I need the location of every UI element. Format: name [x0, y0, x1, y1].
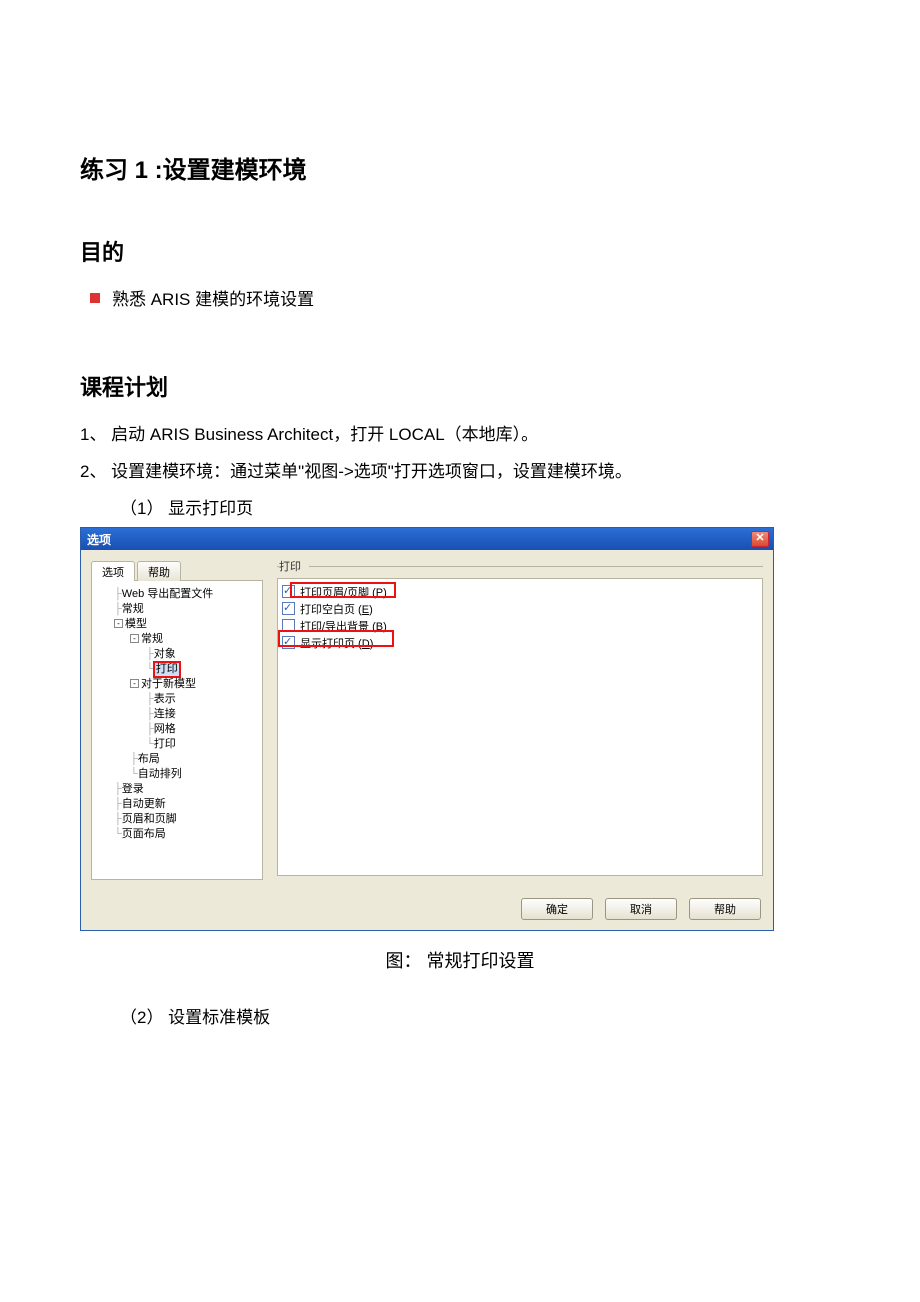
section-goal-heading: 目的 [80, 235, 840, 267]
dialog-titlebar[interactable]: 选项 ✕ [81, 528, 773, 550]
page-title: 练习 1 :设置建模环境 [80, 150, 840, 185]
figure-caption: 图： 常规打印设置 [80, 947, 840, 973]
dialog-title: 选项 [87, 531, 111, 548]
tab-help[interactable]: 帮助 [137, 561, 181, 581]
expand-icon[interactable]: - [114, 619, 123, 628]
step-1: 1、 启动 ARIS Business Architect，打开 LOCAL（本… [80, 420, 840, 445]
goal-text: 熟悉 ARIS 建模的环境设置 [112, 285, 314, 310]
tab-options[interactable]: 选项 [91, 561, 135, 581]
cancel-button[interactable]: 取消 [605, 898, 677, 920]
section-plan-heading: 课程计划 [80, 370, 840, 402]
expand-icon[interactable]: - [130, 634, 139, 643]
goal-bullet: 熟悉 ARIS 建模的环境设置 [90, 285, 840, 310]
check-print-blank-page[interactable]: 打印空白页 (E) [282, 600, 756, 617]
substep-2: （2） 设置标准模板 [120, 1003, 840, 1028]
step-2: 2、 设置建模环境：通过菜单"视图->选项"打开选项窗口，设置建模环境。 [80, 457, 840, 482]
checkbox-icon[interactable] [282, 602, 295, 615]
tree-selected-node[interactable]: 打印 [154, 662, 180, 677]
bullet-icon [90, 293, 100, 303]
checkbox-icon[interactable] [282, 585, 295, 598]
expand-icon[interactable]: - [130, 679, 139, 688]
check-print-header-footer[interactable]: 打印页眉/页脚 (P) [282, 583, 756, 600]
close-icon[interactable]: ✕ [751, 531, 769, 547]
ok-button[interactable]: 确定 [521, 898, 593, 920]
help-button[interactable]: 帮助 [689, 898, 761, 920]
check-print-background[interactable]: 打印/导出背景 (B) [282, 617, 756, 634]
options-tree[interactable]: ├Web 导出配置文件 ├常规 -模型 -常规 ├对象 └打印 -对于新模型 ├… [96, 587, 258, 842]
substep-1: （1） 显示打印页 [120, 494, 840, 519]
group-label-print: 打印 [279, 558, 763, 574]
options-tree-panel: ├Web 导出配置文件 ├常规 -模型 -常规 ├对象 └打印 -对于新模型 ├… [91, 580, 263, 880]
checkbox-icon[interactable] [282, 619, 295, 632]
options-dialog: 选项 ✕ 选项 帮助 ├Web 导出配置文件 ├常规 -模型 -常规 ├对象 └… [80, 527, 774, 931]
print-options-panel: 打印页眉/页脚 (P) 打印空白页 (E) 打印/导出背景 (B) 显示打印页 … [277, 578, 763, 876]
checkbox-icon[interactable] [282, 636, 295, 649]
check-show-print-page[interactable]: 显示打印页 (D) [282, 634, 756, 651]
